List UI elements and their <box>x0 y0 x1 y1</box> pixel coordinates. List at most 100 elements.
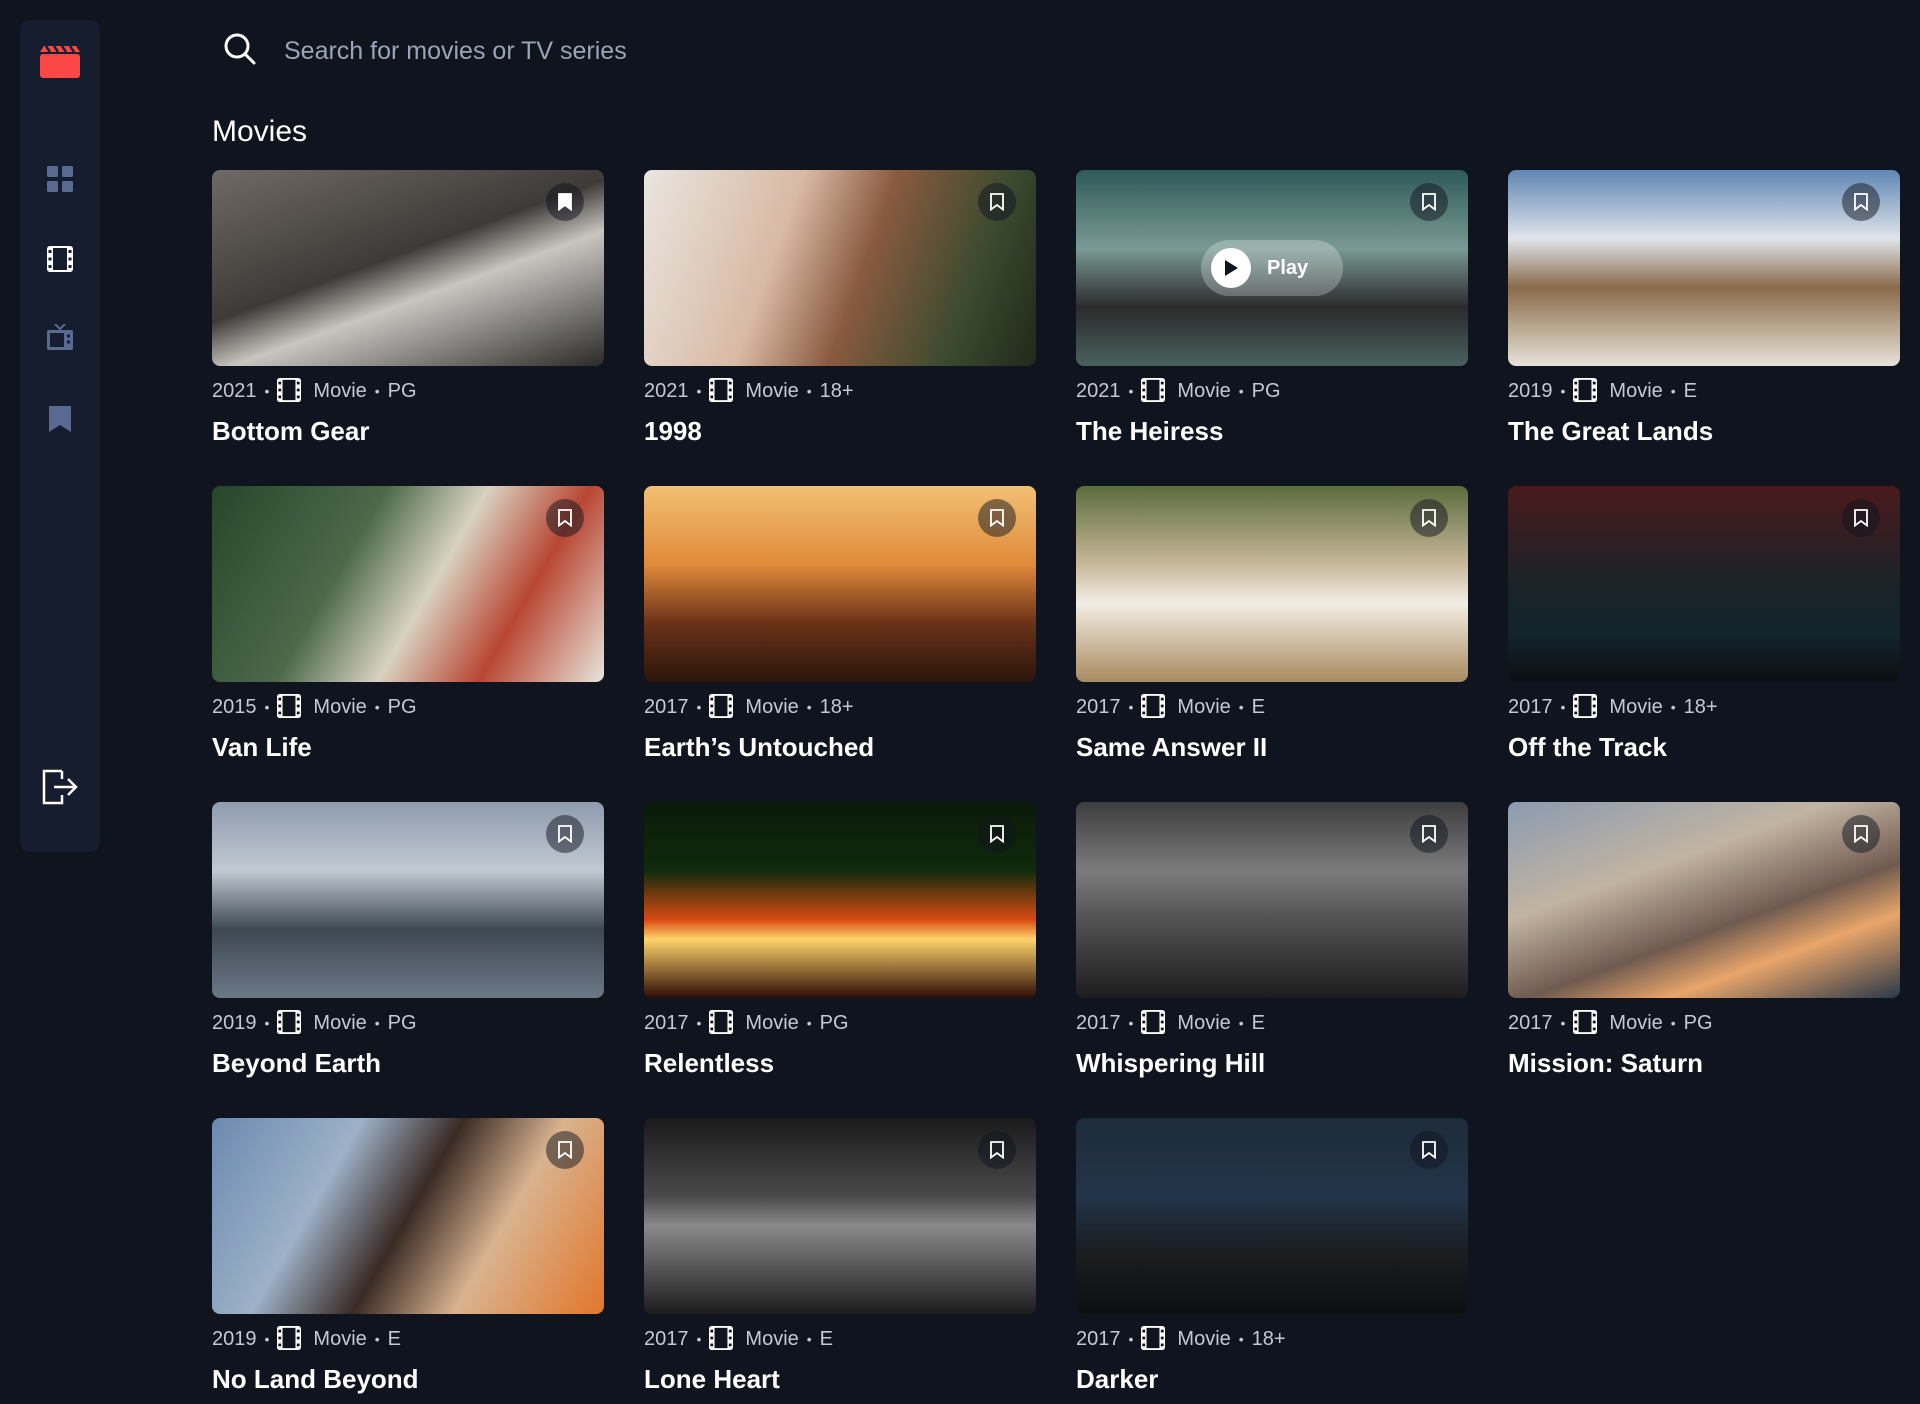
movie-thumbnail[interactable] <box>212 486 604 682</box>
film-icon <box>277 378 303 404</box>
movie-card[interactable]: 2017 • Movie • PG Mission: Saturn <box>1508 802 1900 1118</box>
movie-thumbnail[interactable] <box>212 1118 604 1314</box>
separator-dot: • <box>806 699 812 715</box>
bookmark-button[interactable] <box>1842 815 1880 853</box>
film-icon <box>709 378 735 404</box>
movie-year: 2021 <box>1076 379 1121 402</box>
movie-category: Movie <box>745 1011 799 1034</box>
movie-category: Movie <box>745 379 799 402</box>
movie-title[interactable]: Off the Track <box>1508 732 1900 763</box>
bookmark-button[interactable] <box>546 499 584 537</box>
movie-title[interactable]: Earth’s Untouched <box>644 732 1036 763</box>
film-icon <box>1573 694 1599 720</box>
section-title: Movies <box>212 115 308 148</box>
movie-title[interactable]: Whispering Hill <box>1076 1048 1468 1079</box>
movie-card[interactable]: 2021 • Movie • 18+ 1998 <box>644 170 1036 486</box>
movie-card[interactable]: 2019 • Movie • E The Great Lands <box>1508 170 1900 486</box>
movie-title[interactable]: Relentless <box>644 1048 1036 1079</box>
movie-title[interactable]: No Land Beyond <box>212 1364 604 1395</box>
bookmark-icon <box>1422 1141 1436 1159</box>
movie-thumbnail[interactable] <box>212 170 604 366</box>
bookmark-icon <box>558 193 572 211</box>
play-button[interactable]: Play <box>1201 240 1343 296</box>
separator-dot: • <box>806 1015 812 1031</box>
movie-title[interactable]: The Great Lands <box>1508 416 1900 447</box>
movie-title[interactable]: Same Answer II <box>1076 732 1468 763</box>
movie-title[interactable]: Mission: Saturn <box>1508 1048 1900 1079</box>
movie-year: 2017 <box>1076 1327 1121 1350</box>
movie-card[interactable]: 2017 • Movie • E Lone Heart <box>644 1118 1036 1404</box>
movie-year: 2017 <box>1076 1011 1121 1034</box>
separator-dot: • <box>1670 1015 1676 1031</box>
movie-meta: 2019 • Movie • E <box>212 1326 604 1352</box>
movie-rating: 18+ <box>1683 695 1718 718</box>
movie-card[interactable]: 2017 • Movie • 18+ Earth’s Untouched <box>644 486 1036 802</box>
movie-card[interactable]: 2017 • Movie • E Whispering Hill <box>1076 802 1468 1118</box>
movie-thumbnail[interactable] <box>1076 486 1468 682</box>
movie-thumbnail[interactable] <box>1508 170 1900 366</box>
bookmark-button[interactable] <box>1410 183 1448 221</box>
movie-thumbnail[interactable] <box>644 486 1036 682</box>
bookmark-button[interactable] <box>1410 499 1448 537</box>
clapperboard-icon[interactable] <box>38 40 82 84</box>
bookmark-button[interactable] <box>1410 1131 1448 1169</box>
grid-icon[interactable] <box>45 164 75 194</box>
movie-meta: 2017 • Movie • 18+ <box>644 694 1036 720</box>
bookmark-button[interactable] <box>978 1131 1016 1169</box>
movie-card[interactable]: 2017 • Movie • 18+ Darker <box>1076 1118 1468 1404</box>
movie-year: 2017 <box>1076 695 1121 718</box>
movie-title[interactable]: The Heiress <box>1076 416 1468 447</box>
bookmark-button[interactable] <box>978 499 1016 537</box>
separator-dot: • <box>806 1331 812 1347</box>
movie-title[interactable]: Lone Heart <box>644 1364 1036 1395</box>
bookmark-icon <box>558 509 572 527</box>
bookmark-button[interactable] <box>1842 183 1880 221</box>
logout-icon[interactable] <box>38 765 82 809</box>
bookmark-icon[interactable] <box>45 404 75 434</box>
movie-thumbnail[interactable] <box>1508 802 1900 998</box>
movie-card[interactable]: 2021 • Movie • PG Bottom Gear <box>212 170 604 486</box>
movie-category: Movie <box>1177 1011 1231 1034</box>
movie-card[interactable]: 2019 • Movie • PG Beyond Earth <box>212 802 604 1118</box>
separator-dot: • <box>374 1015 380 1031</box>
movie-meta: 2021 • Movie • PG <box>212 378 604 404</box>
movie-card[interactable]: 2017 • Movie • PG Relentless <box>644 802 1036 1118</box>
movie-title[interactable]: Beyond Earth <box>212 1048 604 1079</box>
film-icon <box>1141 1326 1167 1352</box>
film-icon <box>709 694 735 720</box>
bookmark-icon <box>558 825 572 843</box>
movie-card[interactable]: Play 2021 • Movie • PG The Heiress <box>1076 170 1468 486</box>
movie-card[interactable]: 2019 • Movie • E No Land Beyond <box>212 1118 604 1404</box>
bookmark-button[interactable] <box>978 815 1016 853</box>
movie-title[interactable]: Darker <box>1076 1364 1468 1395</box>
movie-thumbnail[interactable] <box>644 170 1036 366</box>
movie-card[interactable]: 2017 • Movie • E Same Answer II <box>1076 486 1468 802</box>
movie-year: 2019 <box>212 1327 257 1350</box>
movie-thumbnail[interactable] <box>644 1118 1036 1314</box>
separator-dot: • <box>1238 1015 1244 1031</box>
bookmark-button[interactable] <box>546 183 584 221</box>
movie-thumbnail[interactable] <box>1076 802 1468 998</box>
movie-card[interactable]: 2015 • Movie • PG Van Life <box>212 486 604 802</box>
bookmark-button[interactable] <box>546 1131 584 1169</box>
tv-icon[interactable] <box>45 322 75 352</box>
movie-title[interactable]: Van Life <box>212 732 604 763</box>
search-input[interactable] <box>284 36 884 66</box>
bookmark-button[interactable] <box>1410 815 1448 853</box>
movie-title[interactable]: Bottom Gear <box>212 416 604 447</box>
separator-dot: • <box>374 699 380 715</box>
movie-thumbnail[interactable] <box>1076 1118 1468 1314</box>
bookmark-button[interactable] <box>546 815 584 853</box>
bookmark-icon <box>1854 193 1868 211</box>
movie-thumbnail[interactable]: Play <box>1076 170 1468 366</box>
movie-card[interactable]: 2017 • Movie • 18+ Off the Track <box>1508 486 1900 802</box>
bookmark-button[interactable] <box>1842 499 1880 537</box>
movie-thumbnail[interactable] <box>1508 486 1900 682</box>
movie-title[interactable]: 1998 <box>644 416 1036 447</box>
bookmark-icon <box>1422 825 1436 843</box>
film-icon[interactable] <box>45 244 75 274</box>
separator-dot: • <box>1560 699 1566 715</box>
bookmark-button[interactable] <box>978 183 1016 221</box>
movie-thumbnail[interactable] <box>212 802 604 998</box>
movie-thumbnail[interactable] <box>644 802 1036 998</box>
